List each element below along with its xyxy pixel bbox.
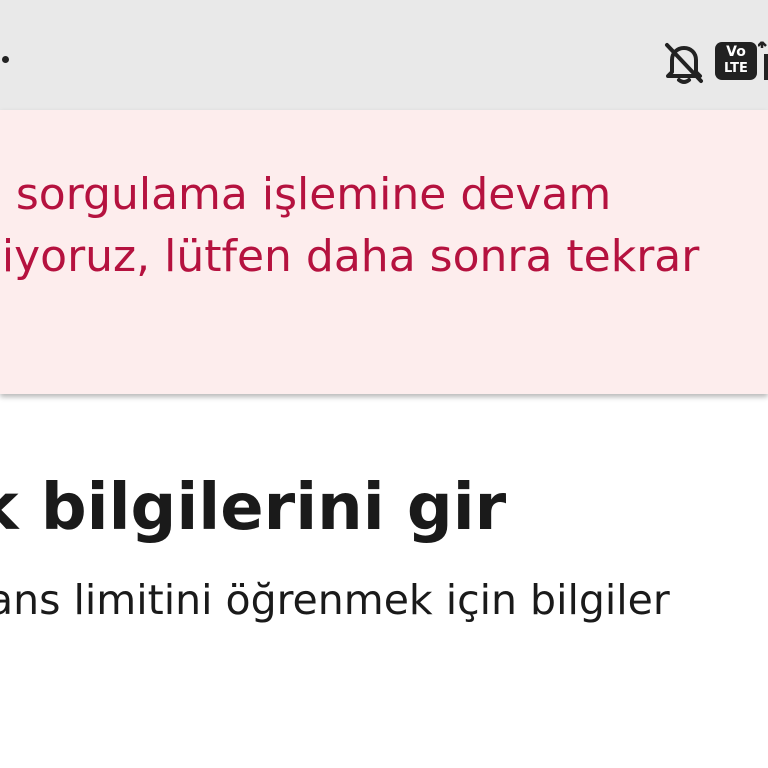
- error-alert-message: n sorgulama işlemine devam niyoruz, lütf…: [0, 169, 700, 282]
- notification-dot-icon: [2, 56, 9, 63]
- volte-icon: Vo LTE: [715, 42, 757, 80]
- volte-top-label: Vo: [726, 44, 746, 60]
- page-title: k bilgilerini gir: [0, 471, 507, 545]
- signal-icon: [758, 41, 768, 80]
- error-alert: n sorgulama işlemine devam niyoruz, lütf…: [0, 110, 768, 394]
- status-bar: Vo LTE: [0, 0, 768, 110]
- volte-bottom-label: LTE: [724, 61, 748, 76]
- page-subtitle: ans limitini öğrenmek için bilgiler: [0, 576, 670, 624]
- notifications-muted-icon: [665, 43, 703, 84]
